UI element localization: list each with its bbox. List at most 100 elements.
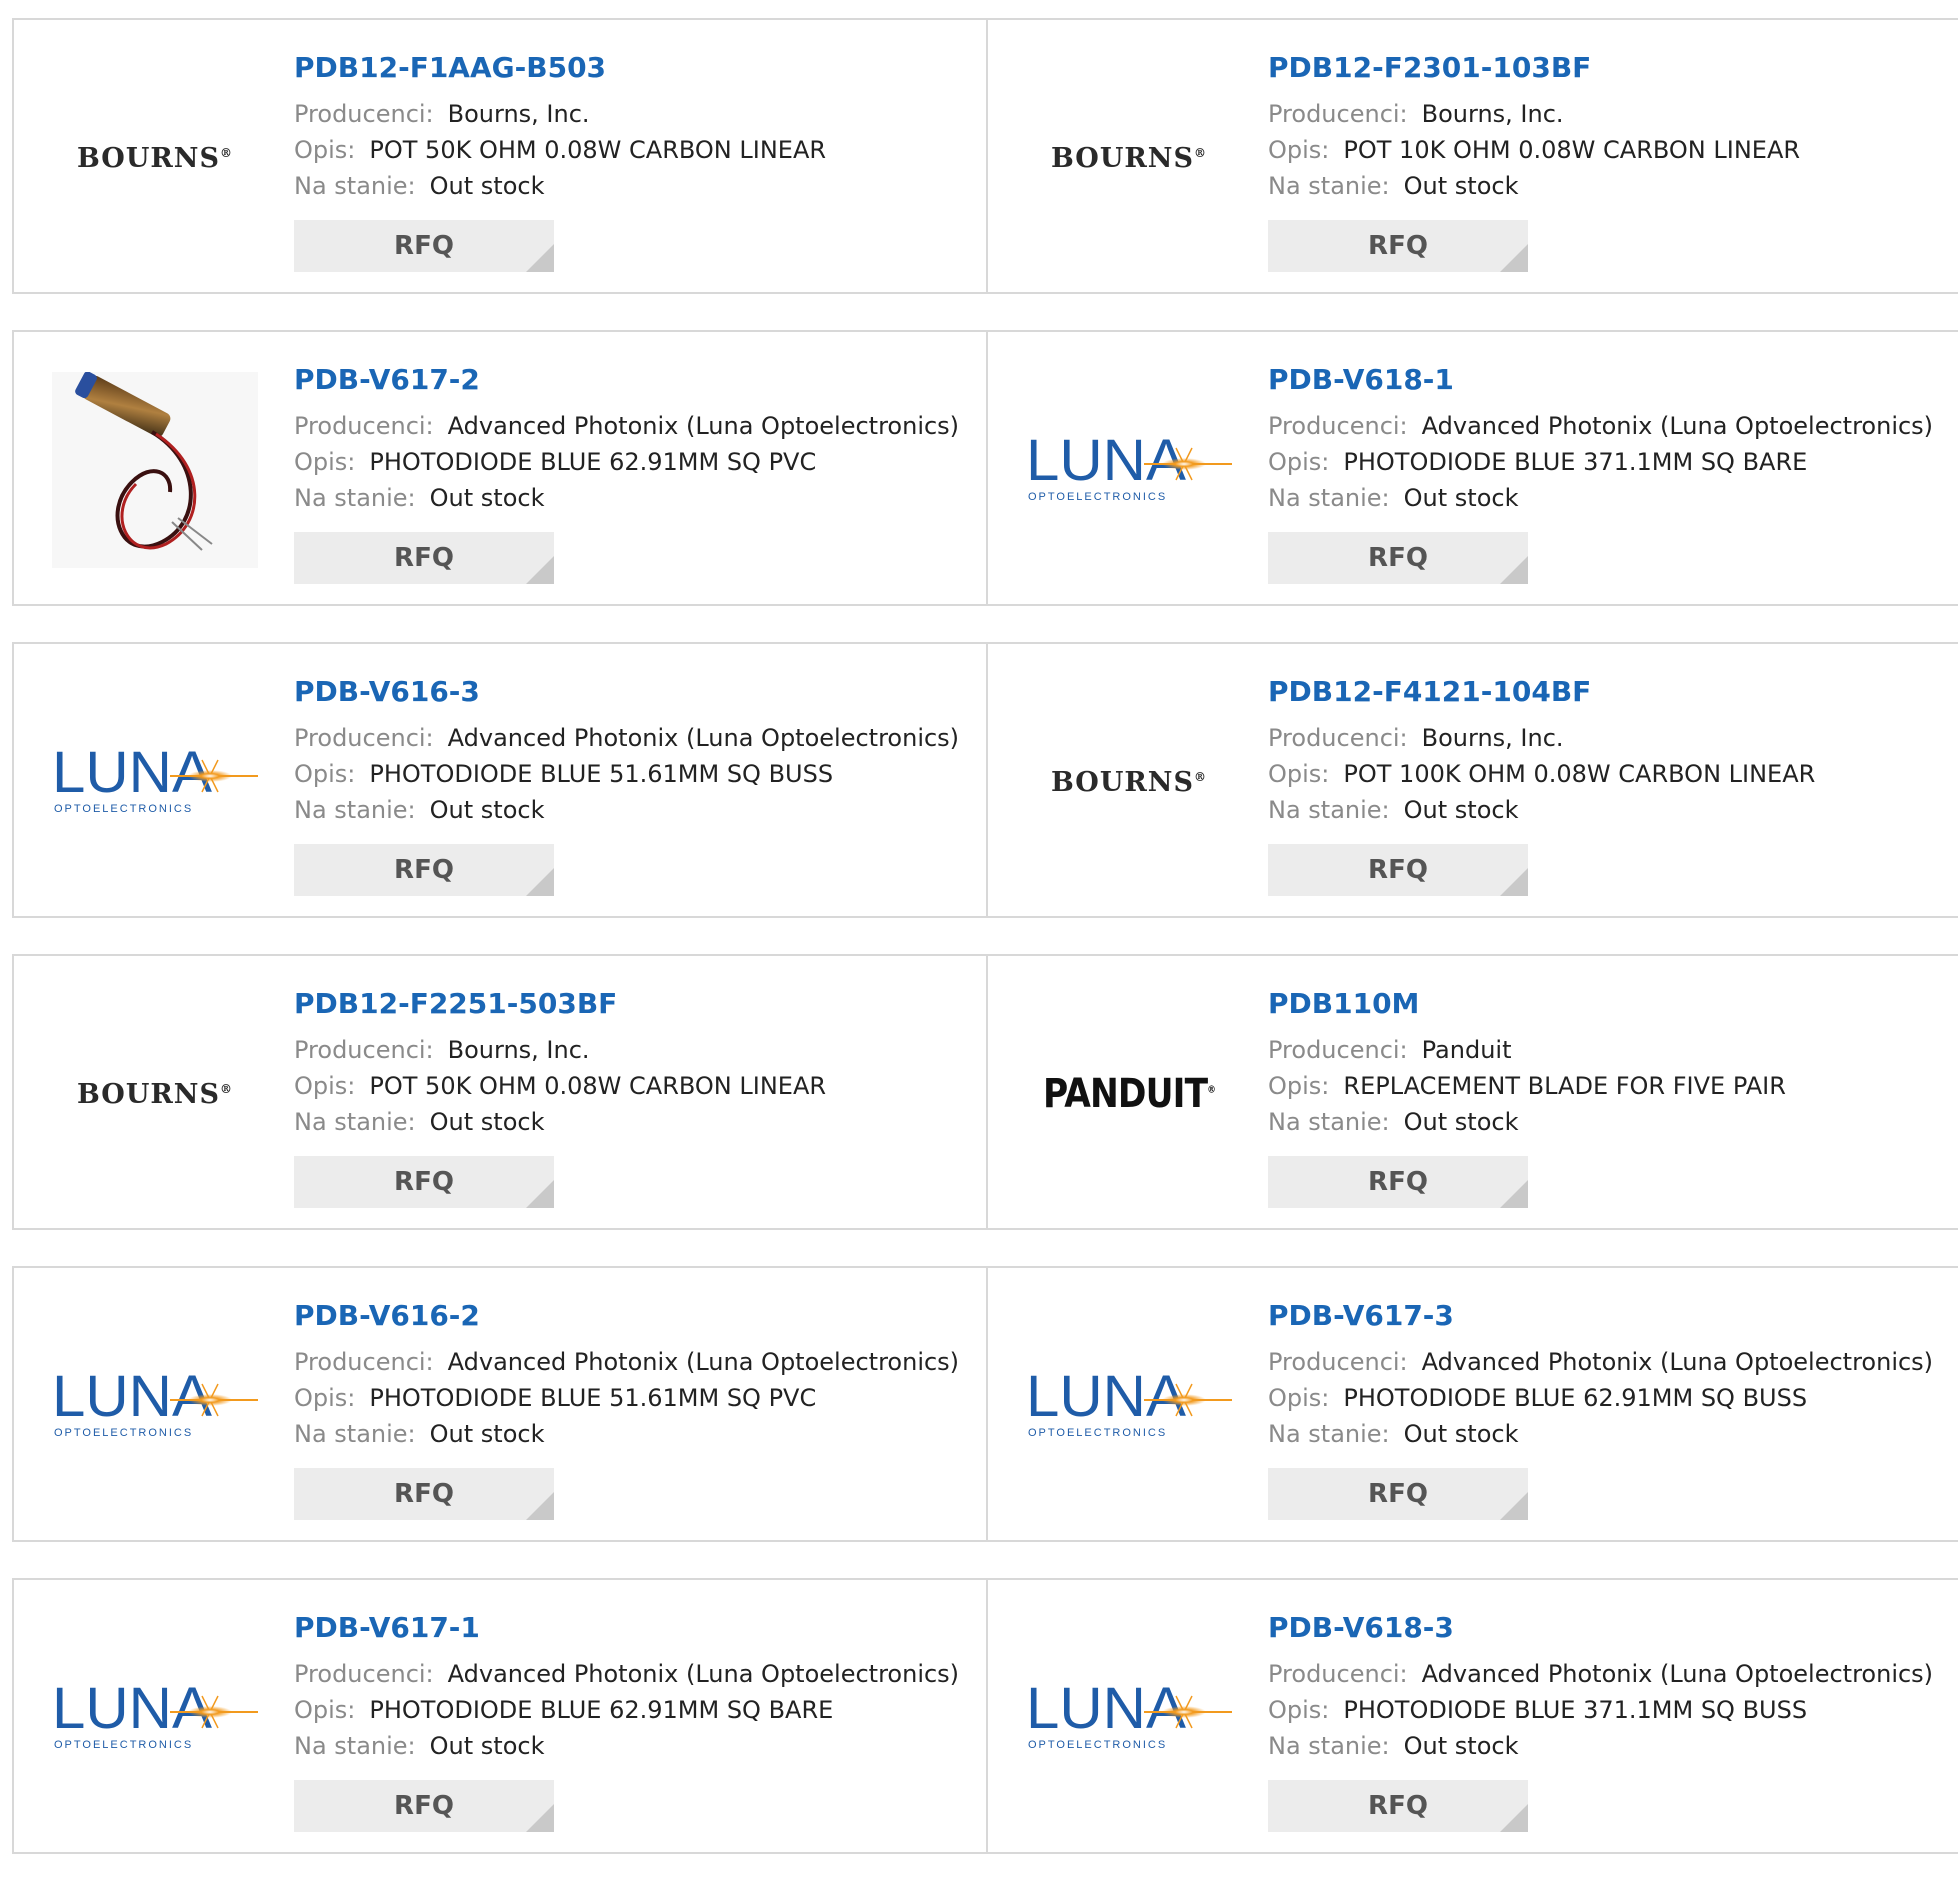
part-number-link[interactable]: PDB12-F2251-503BF — [294, 986, 976, 1022]
description-value: PHOTODIODE BLUE 62.91MM SQ BARE — [369, 1696, 834, 1724]
product-info: PDB-V616-2 Producenci: Advanced Photonix … — [294, 1298, 976, 1520]
manufacturer-label: Producenci: — [294, 1348, 434, 1376]
description-label: Opis: — [294, 1696, 356, 1724]
part-number-link[interactable]: PDB12-F2301-103BF — [1268, 50, 1948, 86]
description-line: Opis: POT 100K OHM 0.08W CARBON LINEAR — [1268, 756, 1948, 792]
luna-logo[interactable]: LUNA OPTOELECTRONICS — [1026, 372, 1232, 568]
luna-logo[interactable]: LUNA OPTOELECTRONICS — [52, 684, 258, 880]
corner-triangle-icon — [526, 1492, 554, 1520]
bourns-logo-text: BOURNS® — [76, 1078, 233, 1110]
part-number-link[interactable]: PDB-V618-1 — [1268, 362, 1948, 398]
product-row: BOURNS® PDB12-F2251-503BF Producenci: Bou… — [12, 954, 1958, 1230]
part-number-link[interactable]: PDB12-F4121-104BF — [1268, 674, 1948, 710]
svg-text:LUNA: LUNA — [52, 1678, 212, 1741]
rfq-button[interactable]: RFQ — [1268, 1780, 1528, 1832]
rfq-button[interactable]: RFQ — [294, 1780, 554, 1832]
bourns-logo[interactable]: BOURNS® — [52, 60, 258, 256]
product-row: LUNA OPTOELECTRONICS PDB-V616-2 Producenc… — [12, 1266, 1958, 1542]
description-label: Opis: — [294, 1072, 356, 1100]
product-card: LUNA OPTOELECTRONICS PDB-V616-3 Producenc… — [14, 644, 986, 916]
rfq-button[interactable]: RFQ — [1268, 532, 1528, 584]
rfq-button[interactable]: RFQ — [1268, 1468, 1528, 1520]
part-number-link[interactable]: PDB-V617-3 — [1268, 1298, 1948, 1334]
part-number-link[interactable]: PDB110M — [1268, 986, 1948, 1022]
svg-text:OPTOELECTRONICS: OPTOELECTRONICS — [54, 1427, 193, 1439]
product-info: PDB12-F1AAG-B503 Producenci: Bourns, Inc.… — [294, 50, 976, 272]
description-line: Opis: PHOTODIODE BLUE 51.61MM SQ BUSS — [294, 756, 976, 792]
corner-triangle-icon — [526, 1804, 554, 1832]
product-info: PDB12-F2251-503BF Producenci: Bourns, Inc… — [294, 986, 976, 1208]
rfq-label: RFQ — [394, 1167, 454, 1197]
product-card: BOURNS® PDB12-F2251-503BF Producenci: Bou… — [14, 956, 986, 1228]
part-number-link[interactable]: PDB-V616-3 — [294, 674, 976, 710]
part-number-link[interactable]: PDB12-F1AAG-B503 — [294, 50, 976, 86]
rfq-label: RFQ — [394, 543, 454, 573]
product-card: BOURNS® PDB12-F2301-103BF Producenci: Bou… — [986, 20, 1958, 292]
corner-triangle-icon — [1500, 1804, 1528, 1832]
manufacturer-line: Producenci: Bourns, Inc. — [294, 1032, 976, 1068]
product-card: LUNA OPTOELECTRONICS PDB-V618-1 Producenc… — [986, 332, 1958, 604]
luna-logo[interactable]: LUNA OPTOELECTRONICS — [52, 1620, 258, 1816]
part-number-link[interactable]: PDB-V616-2 — [294, 1298, 976, 1334]
svg-text:OPTOELECTRONICS: OPTOELECTRONICS — [54, 1739, 193, 1751]
part-number-link[interactable]: PDB-V618-3 — [1268, 1610, 1948, 1646]
product-row: PDB-V617-2 Producenci: Advanced Photonix … — [12, 330, 1958, 606]
stock-line: Na stanie: Out stock — [294, 480, 976, 516]
rfq-button[interactable]: RFQ — [1268, 844, 1528, 896]
stock-line: Na stanie: Out stock — [294, 1416, 976, 1452]
manufacturer-line: Producenci: Advanced Photonix (Luna Optoe… — [1268, 1656, 1948, 1692]
svg-text:OPTOELECTRONICS: OPTOELECTRONICS — [1028, 491, 1167, 503]
rfq-button[interactable]: RFQ — [294, 220, 554, 272]
product-info: PDB-V617-2 Producenci: Advanced Photonix … — [294, 362, 976, 584]
rfq-label: RFQ — [394, 231, 454, 261]
description-value: PHOTODIODE BLUE 371.1MM SQ BUSS — [1343, 1696, 1808, 1724]
luna-logo[interactable]: LUNA OPTOELECTRONICS — [1026, 1308, 1232, 1504]
corner-triangle-icon — [1500, 244, 1528, 272]
rfq-button[interactable]: RFQ — [294, 532, 554, 584]
manufacturer-value: Advanced Photonix (Luna Optoelectronics) — [1421, 412, 1934, 440]
rfq-button[interactable]: RFQ — [1268, 220, 1528, 272]
rfq-label: RFQ — [1368, 855, 1428, 885]
description-label: Opis: — [294, 760, 356, 788]
manufacturer-value: Bourns, Inc. — [1421, 724, 1564, 752]
corner-triangle-icon — [526, 244, 554, 272]
product-card: PDB-V617-2 Producenci: Advanced Photonix … — [14, 332, 986, 604]
manufacturer-line: Producenci: Panduit — [1268, 1032, 1948, 1068]
rfq-button[interactable]: RFQ — [294, 844, 554, 896]
product-info: PDB-V618-1 Producenci: Advanced Photonix … — [1268, 362, 1948, 584]
part-number-link[interactable]: PDB-V617-2 — [294, 362, 976, 398]
manufacturer-label: Producenci: — [1268, 1036, 1408, 1064]
panduit-logo[interactable]: PANDUIT® — [1026, 996, 1232, 1192]
stock-value: Out stock — [1403, 1420, 1519, 1448]
product-row: BOURNS® PDB12-F1AAG-B503 Producenci: Bour… — [12, 18, 1958, 294]
bourns-logo[interactable]: BOURNS® — [52, 996, 258, 1192]
stock-label: Na stanie: — [1268, 1732, 1390, 1760]
rfq-button[interactable]: RFQ — [1268, 1156, 1528, 1208]
bourns-logo[interactable]: BOURNS® — [1026, 684, 1232, 880]
stock-value: Out stock — [1403, 172, 1519, 200]
description-line: Opis: PHOTODIODE BLUE 62.91MM SQ BARE — [294, 1692, 976, 1728]
part-number-link[interactable]: PDB-V617-1 — [294, 1610, 976, 1646]
description-value: POT 50K OHM 0.08W CARBON LINEAR — [369, 136, 827, 164]
manufacturer-value: Bourns, Inc. — [447, 100, 590, 128]
rfq-button[interactable]: RFQ — [294, 1156, 554, 1208]
bourns-logo-text: BOURNS® — [1050, 766, 1207, 798]
luna-logo[interactable]: LUNA OPTOELECTRONICS — [52, 1308, 258, 1504]
product-info: PDB110M Producenci: Panduit Opis: REPLACEM… — [1268, 986, 1948, 1208]
bourns-logo[interactable]: BOURNS® — [1026, 60, 1232, 256]
manufacturer-line: Producenci: Advanced Photonix (Luna Optoe… — [294, 720, 976, 756]
description-value: POT 100K OHM 0.08W CARBON LINEAR — [1343, 760, 1816, 788]
description-line: Opis: POT 50K OHM 0.08W CARBON LINEAR — [294, 132, 976, 168]
rfq-button[interactable]: RFQ — [294, 1468, 554, 1520]
svg-text:LUNA: LUNA — [52, 1366, 212, 1429]
stock-value: Out stock — [429, 1420, 545, 1448]
stock-value: Out stock — [429, 1732, 545, 1760]
svg-text:LUNA: LUNA — [1026, 430, 1186, 493]
photodiode-image[interactable] — [52, 372, 258, 568]
stock-line: Na stanie: Out stock — [1268, 1728, 1948, 1764]
product-card: LUNA OPTOELECTRONICS PDB-V617-1 Producenc… — [14, 1580, 986, 1852]
luna-logo-svg: LUNAOPTOELECTRONICS — [52, 1678, 258, 1751]
description-value: PHOTODIODE BLUE 62.91MM SQ PVC — [369, 448, 817, 476]
description-label: Opis: — [1268, 448, 1330, 476]
luna-logo[interactable]: LUNA OPTOELECTRONICS — [1026, 1620, 1232, 1816]
